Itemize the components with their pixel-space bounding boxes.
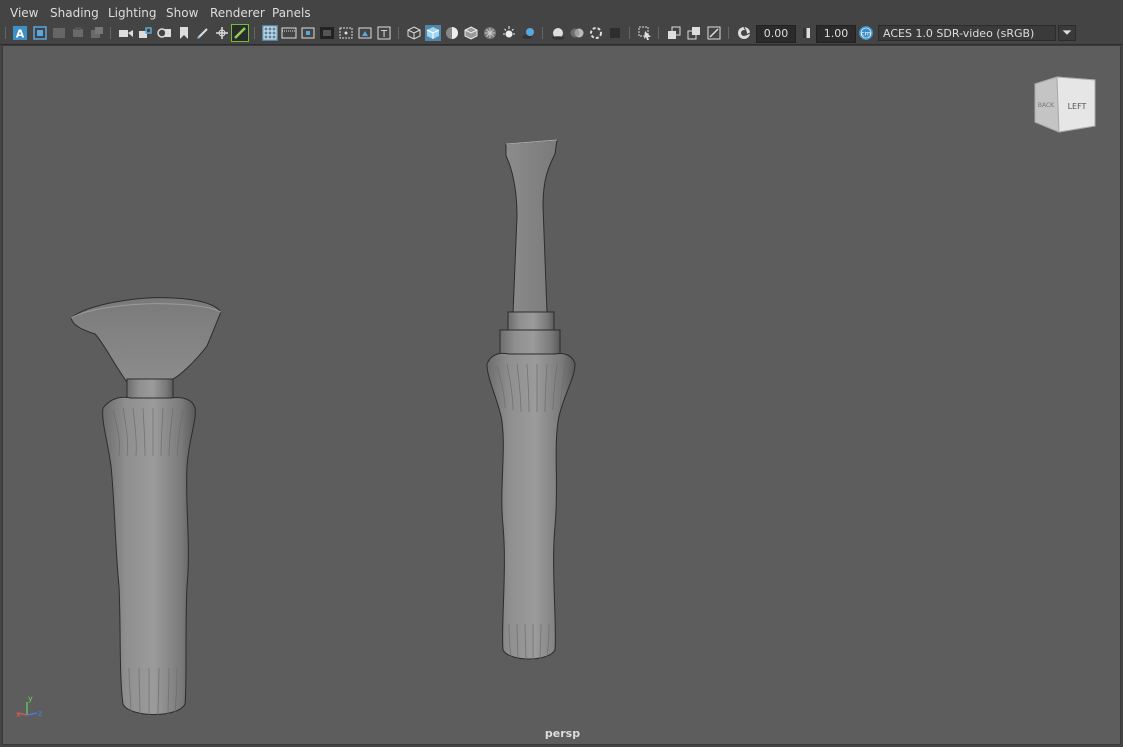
wireframe-icon[interactable] [406,25,422,41]
left-handle-model[interactable] [70,297,222,717]
axis-gizmo: y x z [16,694,42,719]
maya-model-panel: View Shading Lighting Show Renderer Pane… [0,0,1123,747]
smooth-shade-icon[interactable] [425,25,441,41]
svg-text:A: A [16,28,25,41]
shadows-icon[interactable] [520,25,536,41]
xray-icon[interactable] [666,25,682,41]
bookmarks-icon[interactable] [51,25,67,41]
safe-title-icon[interactable]: T [376,25,392,41]
menu-view[interactable]: View [10,6,38,20]
motion-blur-icon[interactable] [569,25,585,41]
toolbar-separator [728,25,730,41]
toolbar-separator [254,25,256,41]
lock-camera-icon[interactable] [137,25,153,41]
view-cube-face-left: LEFT [1068,102,1087,111]
toolbar-separator [5,25,7,41]
use-all-lights-icon[interactable] [501,25,517,41]
view-transform-arrow[interactable] [1058,25,1076,41]
toolbar-separator [110,25,112,41]
camera-name-label: persp [544,727,581,740]
exposure-field[interactable]: 0.00 [756,25,796,43]
gate-mask-icon[interactable] [319,25,335,41]
viewport-scene[interactable]: LEFT BACK y x z [3,46,1121,745]
panel-menubar: View Shading Lighting Show Renderer Pane… [0,0,1123,23]
axis-x-label: x [16,710,21,719]
depth-of-field-icon[interactable] [607,25,623,41]
view-transform-dropdown[interactable]: ACES 1.0 SDR-video (sRGB) [878,25,1056,41]
grease-pencil-icon[interactable] [195,25,211,41]
toolbar-separator [398,25,400,41]
menu-renderer[interactable]: Renderer [210,6,265,20]
gamma-icon[interactable] [798,25,814,41]
exposure-icon[interactable] [736,25,752,41]
safe-action-icon[interactable] [357,25,373,41]
multisample-aa-icon[interactable] [588,25,604,41]
screen-space-ao-icon[interactable] [550,25,566,41]
svg-text:T: T [380,29,388,40]
wireframe-on-shaded-icon[interactable] [463,25,479,41]
viewport[interactable]: LEFT BACK y x z persp [2,45,1121,745]
menu-show[interactable]: Show [166,6,198,20]
gamma-field[interactable]: 1.00 [816,25,856,43]
camera-attributes-icon[interactable] [32,25,48,41]
color-management-toggle[interactable]: cm [858,25,874,41]
paint-tool-icon[interactable] [231,24,249,42]
view-cube[interactable]: LEFT BACK [1034,76,1096,133]
xray-joints-icon[interactable] [686,25,702,41]
panel-toolbar: A T 0.00 1.00 cm ACES 1.0 SDR-video (sRG… [0,22,1123,45]
bookmark-icon[interactable] [176,25,192,41]
chevron-down-icon [1062,30,1072,35]
menu-shading[interactable]: Shading [50,6,99,20]
image-plane-icon[interactable] [70,25,86,41]
isolate-select-icon[interactable] [637,25,653,41]
xray-active-components-icon[interactable] [706,25,722,41]
2d-pan-zoom-icon[interactable] [89,25,105,41]
camera-gate-icon[interactable] [156,25,172,41]
film-gate-icon[interactable] [281,25,297,41]
2d-pan-icon[interactable] [214,25,230,41]
menu-lighting[interactable]: Lighting [108,6,157,20]
axis-y-label: y [28,694,33,703]
textured-icon[interactable] [482,25,498,41]
toolbar-separator [542,25,544,41]
toolbar-separator [658,25,660,41]
field-chart-icon[interactable] [338,25,354,41]
default-material-icon[interactable] [444,25,460,41]
toolbar-separator [629,25,631,41]
color-management-badge: cm [861,30,871,38]
axis-z-label: z [38,709,42,718]
right-chisel-model[interactable] [486,139,576,661]
resolution-gate-icon[interactable] [300,25,316,41]
menu-panels[interactable]: Panels [272,6,311,20]
grid-icon[interactable] [262,25,278,41]
camera-icon[interactable] [118,25,134,41]
view-cube-face-back: BACK [1038,102,1055,109]
select-camera-icon[interactable]: A [12,25,28,41]
